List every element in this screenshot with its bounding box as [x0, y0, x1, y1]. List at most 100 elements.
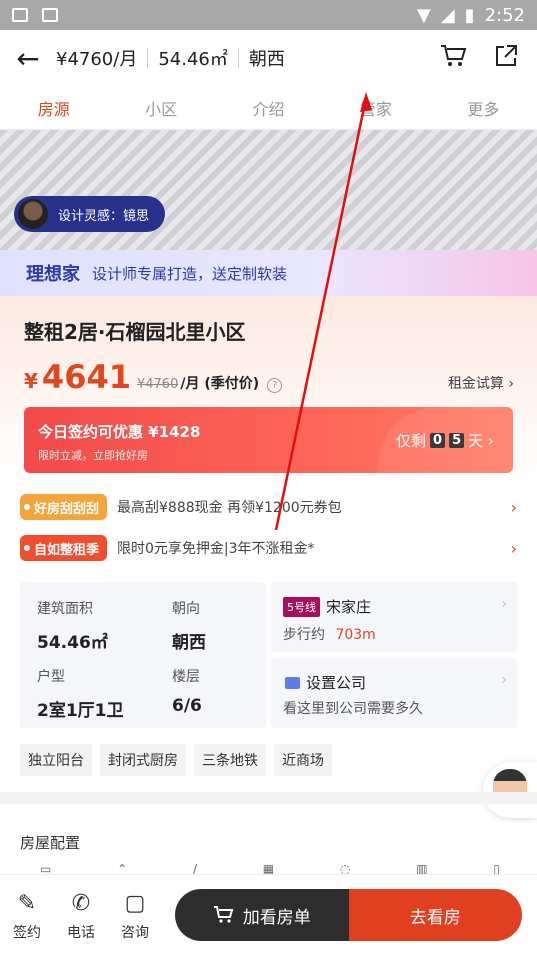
company-title: 设置公司: [306, 674, 367, 692]
bottom-action-bar: ✎ 签约 ✆ 电话 ▢ 咨询 加看房单 去看房: [0, 874, 537, 956]
section-tabs: 房源 小区 介绍 管家 更多: [0, 86, 537, 130]
offer-badge: 好房刮刮刮: [20, 494, 108, 520]
orientation-cell: 朝向 朝西: [172, 598, 206, 653]
orientation-label: 朝向: [172, 601, 200, 617]
sign-button[interactable]: ✎ 签约: [0, 890, 54, 942]
countdown-digit: 0: [430, 432, 446, 448]
phone-button[interactable]: ✆ 电话: [54, 890, 108, 942]
feature-tag: 独立阳台: [20, 744, 92, 776]
orientation-value: 朝西: [172, 633, 206, 653]
feature-tag: 三条地铁: [194, 744, 266, 776]
tab-butler[interactable]: 管家: [322, 86, 429, 129]
help-icon[interactable]: ?: [267, 378, 283, 393]
top-navigation-bar: ← ¥4760/月 54.46㎡ 朝西: [0, 30, 537, 86]
designer-chip[interactable]: 设计灵感：镜思: [14, 196, 166, 232]
butler-avatar-icon: [493, 769, 527, 811]
ideal-home-banner[interactable]: 理想家 设计师专属打造，送定制软装: [0, 250, 537, 296]
countdown-digit: 5: [449, 432, 465, 448]
offer-text: 限时0元享免押金|3年不涨租金*: [117, 541, 315, 557]
company-title-row: 设置公司: [285, 672, 366, 693]
fridge-icon: ▯: [493, 862, 500, 874]
discount-promo-card[interactable]: 今日签约可优惠 ¥1428 限时立减，立即抢好房 仅剩 0 5 天 ›: [24, 407, 513, 473]
floor-value: 6/6: [172, 696, 202, 716]
offer-text: 最高刮¥888现金 再领¥1200元券包: [117, 500, 342, 516]
floating-butler-button[interactable]: [483, 762, 537, 818]
config-icons-row: ▭ ⌃ / ▦ ◌ ▥ ▯: [40, 862, 500, 874]
chevron-right-icon: ›: [510, 497, 517, 517]
layout-cell: 户型 2室1厅1卫: [37, 666, 124, 721]
price-unit: /月 (季付价): [180, 376, 260, 392]
countdown: 仅剩 0 5 天 ›: [378, 407, 513, 473]
tab-more[interactable]: 更多: [430, 86, 537, 129]
floor-cell: 楼层 6/6: [172, 666, 202, 716]
wifi-icon: ▼: [416, 4, 431, 26]
briefcase-icon: [285, 676, 300, 689]
layout-label: 户型: [37, 669, 65, 685]
image-notification-icon: [12, 8, 28, 22]
current-price: 4641: [41, 358, 131, 396]
tab-community[interactable]: 小区: [107, 86, 214, 129]
banner-brand: 理想家: [26, 264, 80, 285]
company-commute-card[interactable]: 设置公司 看这里到公司需要多久 ›: [271, 658, 517, 728]
brush-icon: /: [192, 862, 198, 874]
price-row: ¥ 4641 ¥4760 /月 (季付价) ? 租金试算 ›: [24, 358, 514, 396]
company-desc: 看这里到公司需要多久: [283, 701, 423, 717]
signal-icon: ◢: [440, 4, 455, 26]
cart-button[interactable]: [439, 43, 467, 73]
promo-subtitle: 限时立减，立即抢好房: [38, 449, 148, 462]
sign-label: 签约: [13, 924, 41, 941]
walk-distance: 703m: [335, 627, 376, 643]
tab-listing[interactable]: 房源: [0, 86, 107, 129]
add-to-viewing-list-button[interactable]: 加看房单: [175, 889, 349, 941]
chevron-right-icon: ›: [501, 672, 507, 688]
share-icon: [496, 45, 517, 66]
config-section-title: 房屋配置: [20, 834, 81, 852]
floor-label: 楼层: [172, 669, 200, 685]
designer-label: 设计灵感：镜思: [58, 208, 150, 224]
battery-icon: ▮: [464, 4, 475, 26]
countdown-suffix: 天 ›: [468, 431, 494, 450]
chat-icon: ▢: [124, 890, 146, 916]
layout-value: 2室1厅1卫: [37, 701, 124, 721]
text-notification-icon: [42, 8, 58, 22]
arrow-left-icon: ←: [16, 41, 40, 75]
share-button[interactable]: [493, 43, 519, 73]
area-value: 54.46㎡: [37, 633, 108, 653]
heater-icon: ▦: [262, 862, 275, 874]
offer-row[interactable]: 自如整租季 限时0元享免押金|3年不涨租金* ›: [20, 534, 517, 562]
header-orientation: 朝西: [248, 49, 285, 70]
schedule-visit-button[interactable]: 去看房: [348, 889, 522, 941]
lamp-icon: ⌃: [117, 862, 128, 874]
countdown-prefix: 仅剩: [396, 431, 427, 450]
metro-line-row: 5号线 宋家庄: [283, 596, 371, 617]
clock: 2:52: [484, 4, 525, 26]
tab-intro[interactable]: 介绍: [215, 86, 322, 129]
listing-photo[interactable]: 设计灵感：镜思: [0, 130, 537, 250]
chevron-right-icon: ›: [510, 538, 517, 558]
header-area: 54.46㎡: [158, 49, 228, 70]
divider: [147, 48, 149, 68]
feature-tag: 近商场: [274, 744, 332, 776]
banner-slogan: 设计师专属打造，送定制软装: [92, 264, 288, 283]
chevron-right-icon: ›: [501, 596, 507, 612]
area-label: 建筑面积: [37, 601, 93, 617]
walk-distance-row: 步行约 703m: [283, 624, 376, 644]
cart-icon: [441, 45, 467, 66]
desk-icon: ▭: [40, 862, 52, 874]
add-to-viewing-list-label: 加看房单: [242, 907, 311, 928]
back-button[interactable]: ←: [0, 42, 56, 75]
feature-tag: 封闭式厨房: [100, 744, 186, 776]
rent-calculator-link[interactable]: 租金试算 ›: [448, 373, 514, 393]
divider: [237, 48, 239, 68]
basic-info-box: 建筑面积 54.46㎡ 朝向 朝西 户型 2室1厅1卫 楼层 6/6: [20, 582, 266, 728]
phone-icon: ✆: [71, 890, 91, 916]
walk-prefix: 步行约: [283, 627, 325, 643]
phone-label: 电话: [67, 924, 95, 941]
listing-content: 整租2居·石榴园北里小区 ¥ 4641 ¥4760 /月 (季付价) ? 租金试…: [0, 296, 537, 796]
promo-title: 今日签约可优惠 ¥1428: [38, 423, 201, 441]
offer-row[interactable]: 好房刮刮刮 最高刮¥888现金 再领¥1200元券包 ›: [20, 493, 517, 521]
metro-info-card[interactable]: 5号线 宋家庄 步行约 703m ›: [271, 582, 517, 652]
offer-badge: 自如整租季: [20, 535, 108, 561]
status-bar: ▼ ◢ ▮ 2:52: [0, 0, 537, 30]
consult-button[interactable]: ▢ 咨询: [108, 890, 162, 942]
